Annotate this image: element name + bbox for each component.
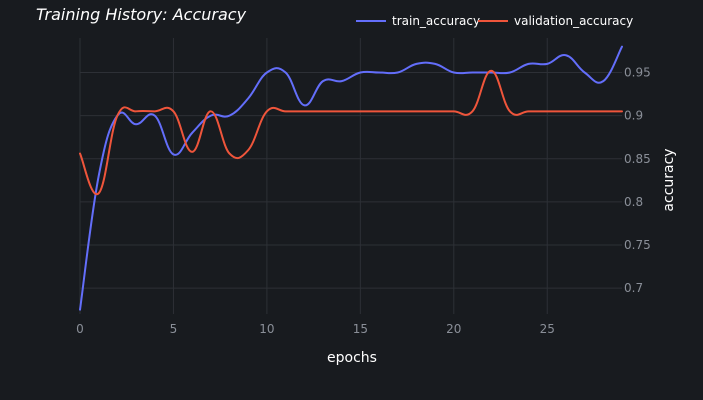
y-tick-label: 0.85: [624, 152, 651, 166]
accuracy-chart: 0 5 10 15 20 25 0.7 0.75 0.8 0.85 0.9 0.95 Trainin…: [0, 0, 703, 400]
x-tick-label: 0: [76, 322, 84, 336]
legend-label: train_accuracy: [392, 14, 480, 28]
y-tick-label: 0.95: [624, 66, 651, 80]
y-tick-label: 0.7: [624, 281, 643, 295]
y-tick-label: 0.8: [624, 195, 643, 209]
legend-label: validation_accuracy: [514, 14, 633, 28]
y-tick-label: 0.9: [624, 109, 643, 123]
x-tick-label: 5: [170, 322, 178, 336]
x-axis-title: epochs: [327, 350, 377, 366]
x-tick-label: 15: [353, 322, 368, 336]
chart-background: [0, 0, 703, 400]
x-tick-label: 25: [540, 322, 555, 336]
x-tick-label: 20: [446, 322, 461, 336]
y-tick-label: 0.75: [624, 238, 651, 252]
x-tick-label: 10: [259, 322, 274, 336]
chart-title: Training History: Accuracy: [36, 5, 247, 24]
y-axis-title: accuracy: [661, 148, 677, 211]
